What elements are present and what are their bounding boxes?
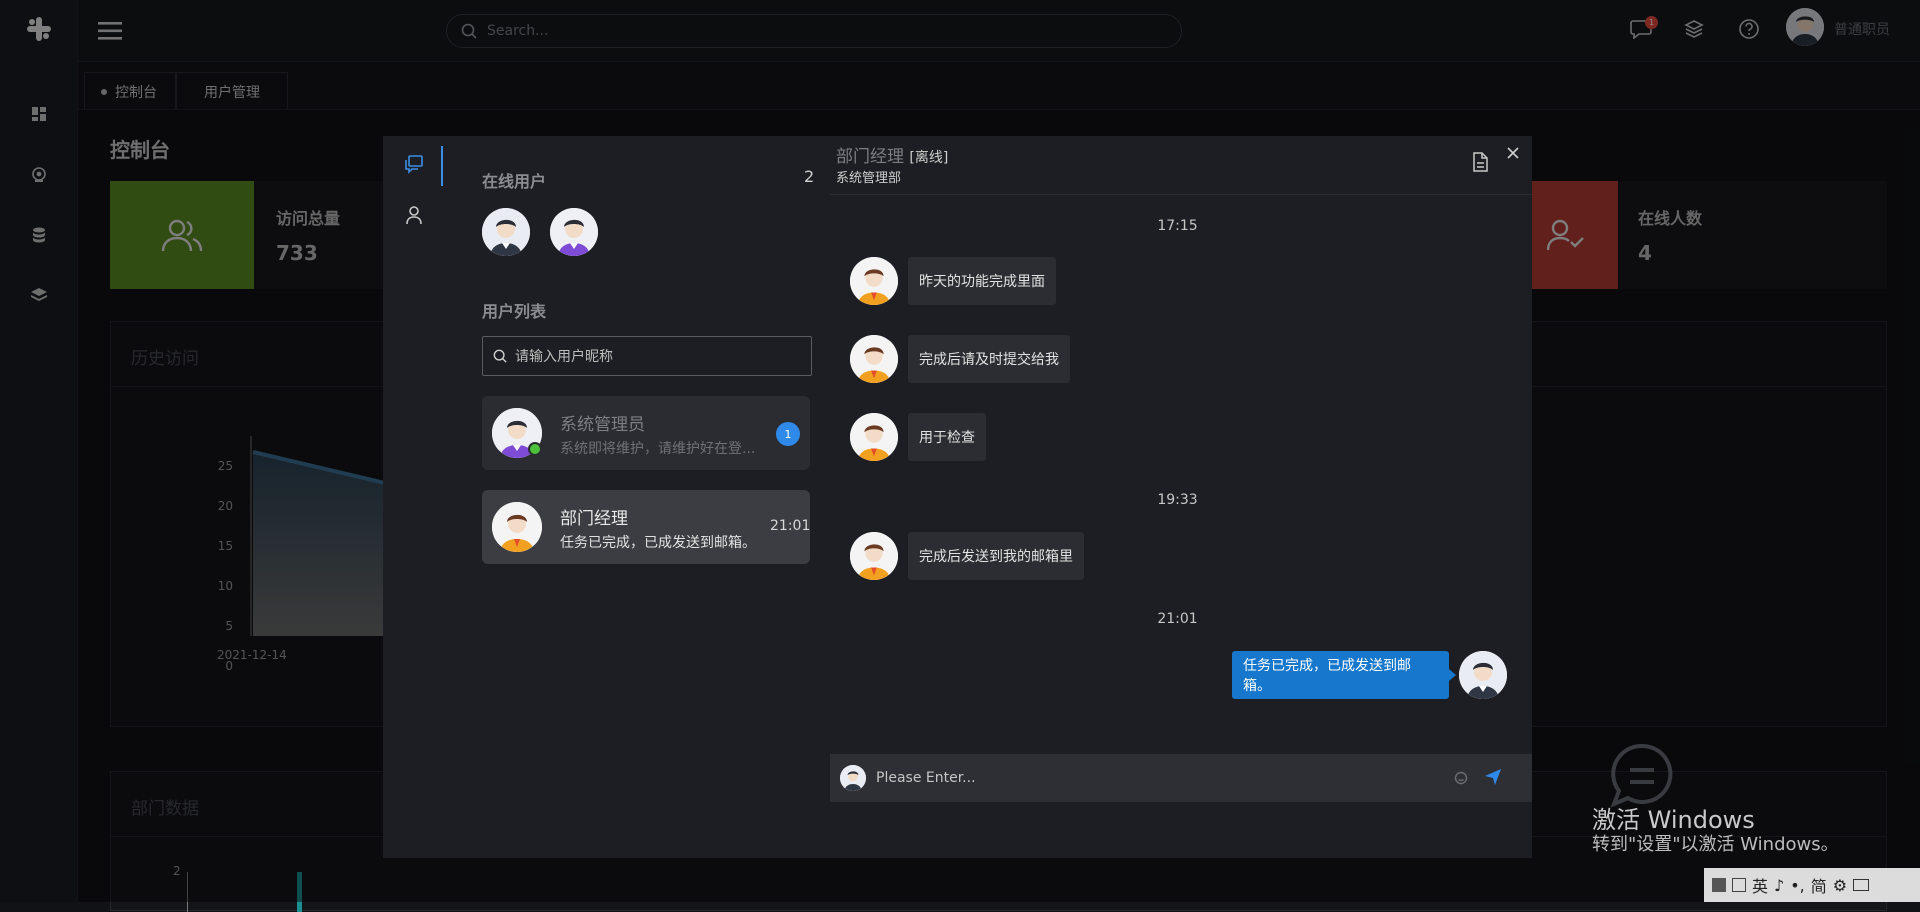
online-status-dot [528,442,542,456]
message-timestamp: 21:01 [1157,611,1198,627]
message-bubble[interactable]: 昨天的功能完成里面 [908,257,1056,305]
music-note-icon: ♪ [1774,875,1785,895]
chat-contact-name: 部门经理 [离线] [836,142,948,167]
chat-message-input[interactable]: Please Enter... [830,754,1532,802]
user-search-placeholder: 请输入用户昵称 [515,349,613,365]
search-icon [493,349,507,363]
user-list-title: 用户列表 [482,302,547,321]
send-icon[interactable] [1484,768,1504,786]
ime-lang-label: 英 [1752,877,1769,896]
contacts-tab-icon[interactable] [404,205,424,225]
bubble-tail [1449,669,1456,681]
last-message-time: 21:01 [770,518,811,534]
user-list-item-manager[interactable]: 部门经理 任务已完成，已成发送到邮箱。 21:01 [482,490,810,564]
message-bubble[interactable]: 完成后请及时提交给我 [908,335,1070,383]
contact-dept: 系统管理部 [836,171,902,186]
user-search-input[interactable]: 请输入用户昵称 [482,336,812,376]
message-bubble[interactable]: 用于检查 [908,413,986,461]
user-last-message: 任务已完成，已成发送到邮箱。 [560,535,756,551]
online-user-avatar[interactable] [550,208,598,256]
punctuation-icon: •, [1790,875,1805,895]
user-last-message: 系统即将维护，请维护好在登... [560,441,756,457]
online-users-title: 在线用户 [482,172,547,191]
user-list-item-admin[interactable]: 系统管理员 系统即将维护，请维护好在登... 1 [482,396,810,470]
sender-avatar [850,335,898,383]
windows-activation-subtitle: 转到"设置"以激活 Windows。 [1592,834,1839,855]
user-avatar [492,502,542,552]
ime-logo-icon [1712,878,1726,892]
contact-name: 部门经理 [836,147,904,167]
emoji-icon[interactable] [1452,770,1470,786]
chat-input-placeholder: Please Enter... [876,770,976,786]
active-tab-indicator [441,146,443,186]
close-icon[interactable] [1506,145,1522,161]
sender-avatar [850,413,898,461]
user-name: 系统管理员 [560,415,645,435]
my-message-bubble[interactable]: 任务已完成，已成发送到邮箱。 [1232,651,1449,699]
chat-divider [830,194,1532,195]
settings-gear-icon: ⚙ [1832,875,1848,895]
online-count: 2 [804,167,815,186]
unread-badge: 1 [776,422,800,446]
pinyin-icon [1732,878,1746,892]
ime-script-label: 简 [1810,877,1827,896]
sender-avatar [850,257,898,305]
message-timestamp: 19:33 [1157,492,1198,508]
chat-tab-icon[interactable] [404,154,424,174]
document-icon[interactable] [1472,152,1490,172]
keyboard-icon [1853,879,1870,891]
online-user-avatar[interactable] [482,208,530,256]
message-bubble[interactable]: 完成后发送到我的邮箱里 [908,532,1084,580]
contact-status: [离线] [909,150,949,166]
sender-avatar [850,532,898,580]
ime-tray[interactable]: 英 ♪ •, 简 ⚙ [1704,868,1920,902]
input-avatar [840,765,866,791]
message-timestamp: 17:15 [1157,218,1198,234]
user-name: 部门经理 [560,509,628,529]
my-avatar [1459,651,1507,699]
